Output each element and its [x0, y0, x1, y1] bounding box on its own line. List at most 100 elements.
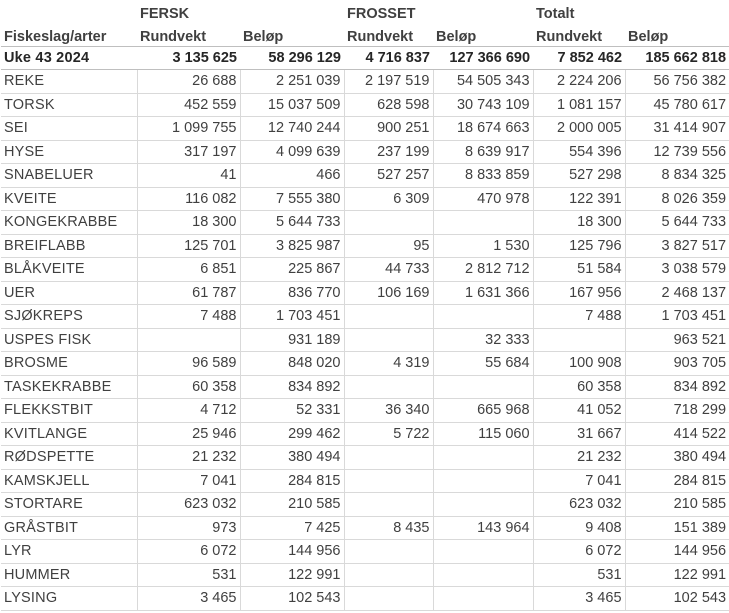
species-name: KAMSKJELL	[1, 469, 138, 493]
total-frosset-rundvekt: 4 716 837	[344, 45, 433, 70]
cell-fersk-belop: 3 825 987	[240, 234, 345, 258]
cell-frosset-rundvekt	[344, 563, 434, 587]
cell-totalt-belop: 5 644 733	[625, 210, 729, 235]
cell-frosset-rundvekt: 106 169	[344, 281, 434, 305]
catch-table: FERSK FROSSET Totalt Fiskeslag/arter Run…	[1, 0, 729, 611]
cell-fersk-belop: 144 956	[240, 539, 345, 564]
cell-totalt-rundvekt: 6 072	[533, 539, 626, 564]
table-row: BREIFLABB 125 701 3 825 987 95 1 530 125 796 3…	[1, 234, 729, 258]
cell-frosset-rundvekt	[344, 492, 434, 517]
cell-fersk-belop: 834 892	[240, 375, 345, 399]
cell-totalt-rundvekt: 21 232	[533, 445, 626, 470]
total-fersk-belop: 58 296 129	[240, 45, 344, 70]
cell-frosset-rundvekt	[344, 539, 434, 564]
cell-totalt-belop: 903 705	[625, 351, 729, 376]
cell-totalt-belop: 718 299	[625, 398, 729, 423]
cell-fersk-belop: 380 494	[240, 445, 345, 470]
table-row: KVEITE 116 082 7 555 380 6 309 470 978 122 39…	[1, 187, 729, 211]
cell-frosset-belop	[433, 492, 534, 517]
cell-frosset-belop: 1 631 366	[433, 281, 534, 305]
cell-fersk-belop: 284 815	[240, 469, 345, 493]
cell-totalt-rundvekt: 2 224 206	[533, 69, 626, 94]
group-header-blank	[1, 0, 137, 23]
cell-totalt-rundvekt: 3 465	[533, 586, 626, 611]
table-row: BROSME 96 589 848 020 4 319 55 684 100 908 903…	[1, 351, 729, 376]
cell-fersk-belop: 4 099 639	[240, 140, 345, 164]
cell-totalt-rundvekt: 1 081 157	[533, 93, 626, 117]
total-label: Uke 43 2024	[1, 45, 137, 70]
cell-totalt-rundvekt: 18 300	[533, 210, 626, 235]
cell-frosset-belop: 1 530	[433, 234, 534, 258]
cell-totalt-rundvekt: 554 396	[533, 140, 626, 164]
cell-totalt-rundvekt: 527 298	[533, 163, 626, 188]
cell-frosset-rundvekt	[344, 375, 434, 399]
cell-frosset-belop: 54 505 343	[433, 69, 534, 94]
cell-frosset-rundvekt	[344, 586, 434, 611]
cell-fersk-rundvekt	[137, 328, 241, 352]
species-name: RØDSPETTE	[1, 445, 138, 470]
cell-frosset-rundvekt	[344, 445, 434, 470]
cell-fersk-rundvekt: 18 300	[137, 210, 241, 235]
cell-fersk-rundvekt: 25 946	[137, 422, 241, 446]
species-name: BREIFLABB	[1, 234, 138, 258]
cell-frosset-belop	[433, 210, 534, 235]
cell-fersk-belop: 466	[240, 163, 345, 188]
cell-fersk-belop: 7 555 380	[240, 187, 345, 211]
cell-frosset-belop: 55 684	[433, 351, 534, 376]
cell-totalt-belop: 12 739 556	[625, 140, 729, 164]
cell-totalt-belop: 122 991	[625, 563, 729, 587]
cell-totalt-belop: 45 780 617	[625, 93, 729, 117]
total-totalt-belop: 185 662 818	[625, 45, 729, 70]
species-name: TORSK	[1, 93, 138, 117]
cell-fersk-belop: 102 543	[240, 586, 345, 611]
table-row: KVITLANGE 25 946 299 462 5 722 115 060 31 667…	[1, 422, 729, 446]
species-name: FLEKKSTBIT	[1, 398, 138, 423]
cell-totalt-belop: 963 521	[625, 328, 729, 352]
cell-totalt-rundvekt: 51 584	[533, 257, 626, 282]
cell-fersk-belop: 2 251 039	[240, 69, 345, 94]
cell-frosset-belop: 8 639 917	[433, 140, 534, 164]
group-header-frosset: FROSSET	[347, 6, 416, 22]
cell-totalt-belop: 3 827 517	[625, 234, 729, 258]
cell-frosset-belop: 8 833 859	[433, 163, 534, 188]
cell-frosset-belop	[433, 563, 534, 587]
cell-totalt-belop: 144 956	[625, 539, 729, 564]
cell-frosset-rundvekt: 900 251	[344, 116, 434, 141]
cell-totalt-belop: 210 585	[625, 492, 729, 517]
cell-fersk-rundvekt: 317 197	[137, 140, 241, 164]
cell-fersk-belop: 12 740 244	[240, 116, 345, 141]
cell-fersk-rundvekt: 531	[137, 563, 241, 587]
species-name: STORTARE	[1, 492, 138, 517]
cell-fersk-belop: 1 703 451	[240, 304, 345, 329]
cell-fersk-rundvekt: 6 072	[137, 539, 241, 564]
table-row: KAMSKJELL 7 041 284 815 7 041 284 815	[1, 469, 729, 493]
table-row: UER 61 787 836 770 106 169 1 631 366 167 956 2…	[1, 281, 729, 305]
cell-fersk-belop: 848 020	[240, 351, 345, 376]
species-name: GRÅSTBIT	[1, 516, 138, 540]
total-row: Uke 43 2024 3 135 625 58 296 129 4 716 8…	[1, 45, 729, 70]
sub-header-fersk-belop: Beløp	[243, 28, 284, 45]
cell-totalt-belop: 8 026 359	[625, 187, 729, 211]
sub-header-frosset-rundvekt: Rundvekt	[347, 28, 414, 45]
cell-totalt-belop: 56 756 382	[625, 69, 729, 94]
table-row: STORTARE 623 032 210 585 623 032 210 585	[1, 492, 729, 517]
cell-fersk-rundvekt: 60 358	[137, 375, 241, 399]
cell-frosset-belop	[433, 469, 534, 493]
cell-fersk-belop: 15 037 509	[240, 93, 345, 117]
table-row: TORSK 452 559 15 037 509 628 598 30 743 109 1…	[1, 93, 729, 117]
species-name: LYSING	[1, 586, 138, 611]
sub-header-totalt-belop: Beløp	[628, 28, 669, 45]
cell-totalt-belop: 284 815	[625, 469, 729, 493]
cell-totalt-belop: 102 543	[625, 586, 729, 611]
table-row: REKE 26 688 2 251 039 2 197 519 54 505 343 2 …	[1, 69, 729, 94]
cell-fersk-belop: 210 585	[240, 492, 345, 517]
cell-fersk-rundvekt: 21 232	[137, 445, 241, 470]
cell-fersk-belop: 836 770	[240, 281, 345, 305]
cell-fersk-rundvekt: 7 488	[137, 304, 241, 329]
table-row: HUMMER 531 122 991 531 122 991	[1, 563, 729, 587]
cell-totalt-rundvekt: 31 667	[533, 422, 626, 446]
group-header-fersk: FERSK	[140, 6, 190, 22]
cell-fersk-belop: 122 991	[240, 563, 345, 587]
table-row: KONGEKRABBE 18 300 5 644 733 18 300 5 644 73…	[1, 210, 729, 235]
cell-totalt-rundvekt: 167 956	[533, 281, 626, 305]
